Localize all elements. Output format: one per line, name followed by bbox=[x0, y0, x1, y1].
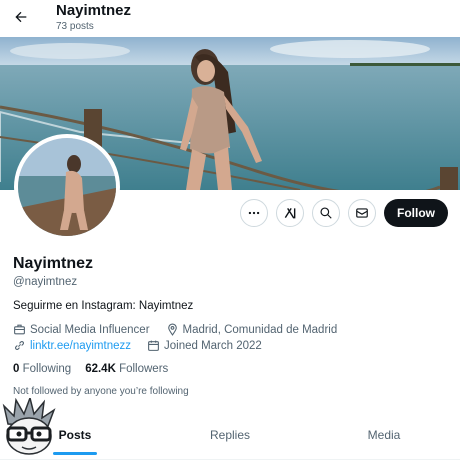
search-icon bbox=[320, 207, 332, 219]
following-label: Following bbox=[22, 363, 72, 375]
profile-link[interactable]: linktr.ee/nayimtnezz bbox=[30, 340, 131, 352]
profile-tabs: Posts Replies Media bbox=[0, 410, 460, 460]
message-icon bbox=[356, 208, 368, 218]
more-button[interactable] bbox=[240, 199, 268, 227]
followers-link[interactable]: 62.4K Followers bbox=[85, 363, 168, 375]
calendar-icon bbox=[148, 340, 159, 351]
active-tab-indicator bbox=[53, 452, 97, 455]
avatar[interactable] bbox=[14, 134, 120, 240]
location-icon bbox=[167, 323, 177, 336]
header-name: Nayimtnez bbox=[56, 2, 132, 19]
follow-stats: 0 Following 62.4K Followers bbox=[13, 363, 168, 375]
following-link[interactable]: 0 Following bbox=[13, 363, 71, 375]
more-icon bbox=[248, 211, 260, 215]
followers-count: 62.4K bbox=[85, 363, 116, 375]
bio: Seguirme en Instagram: Nayimtnez bbox=[13, 300, 194, 312]
handle: @nayimtnez bbox=[13, 276, 78, 288]
followers-label: Followers bbox=[119, 363, 169, 375]
back-button[interactable] bbox=[10, 6, 32, 28]
link-icon bbox=[15, 341, 24, 350]
back-arrow-icon bbox=[15, 11, 27, 23]
display-name: Nayimtnez bbox=[13, 255, 94, 272]
location: Madrid, Comunidad de Madrid bbox=[182, 323, 338, 336]
message-button[interactable] bbox=[348, 199, 376, 227]
meta-row-2: linktr.ee/nayimtnezz Joined March 2022 bbox=[13, 339, 262, 352]
follow-button[interactable]: Follow bbox=[384, 199, 448, 227]
tab-replies[interactable]: Replies bbox=[190, 410, 270, 460]
mascot-logo bbox=[0, 395, 58, 456]
top-bar: Nayimtnez 73 posts bbox=[0, 0, 460, 38]
followed-by-note: Not followed by anyone you’re following bbox=[13, 386, 189, 397]
tab-replies-label: Replies bbox=[209, 428, 251, 442]
search-button[interactable] bbox=[312, 199, 340, 227]
following-count: 0 bbox=[13, 363, 20, 375]
tab-media-label: Media bbox=[367, 428, 401, 442]
category: Social Media Influencer bbox=[30, 323, 150, 336]
briefcase-icon bbox=[14, 324, 25, 335]
grok-button[interactable] bbox=[276, 199, 304, 227]
profile-actions: Follow bbox=[240, 199, 448, 227]
tab-posts-label: Posts bbox=[58, 428, 92, 442]
joined-date: Joined March 2022 bbox=[164, 339, 262, 352]
tab-media[interactable]: Media bbox=[348, 410, 420, 460]
header-posts-count: 73 posts bbox=[56, 21, 94, 32]
grok-icon bbox=[284, 207, 296, 219]
meta-row-1: Social Media Influencer Madrid, Comunida… bbox=[13, 323, 337, 336]
